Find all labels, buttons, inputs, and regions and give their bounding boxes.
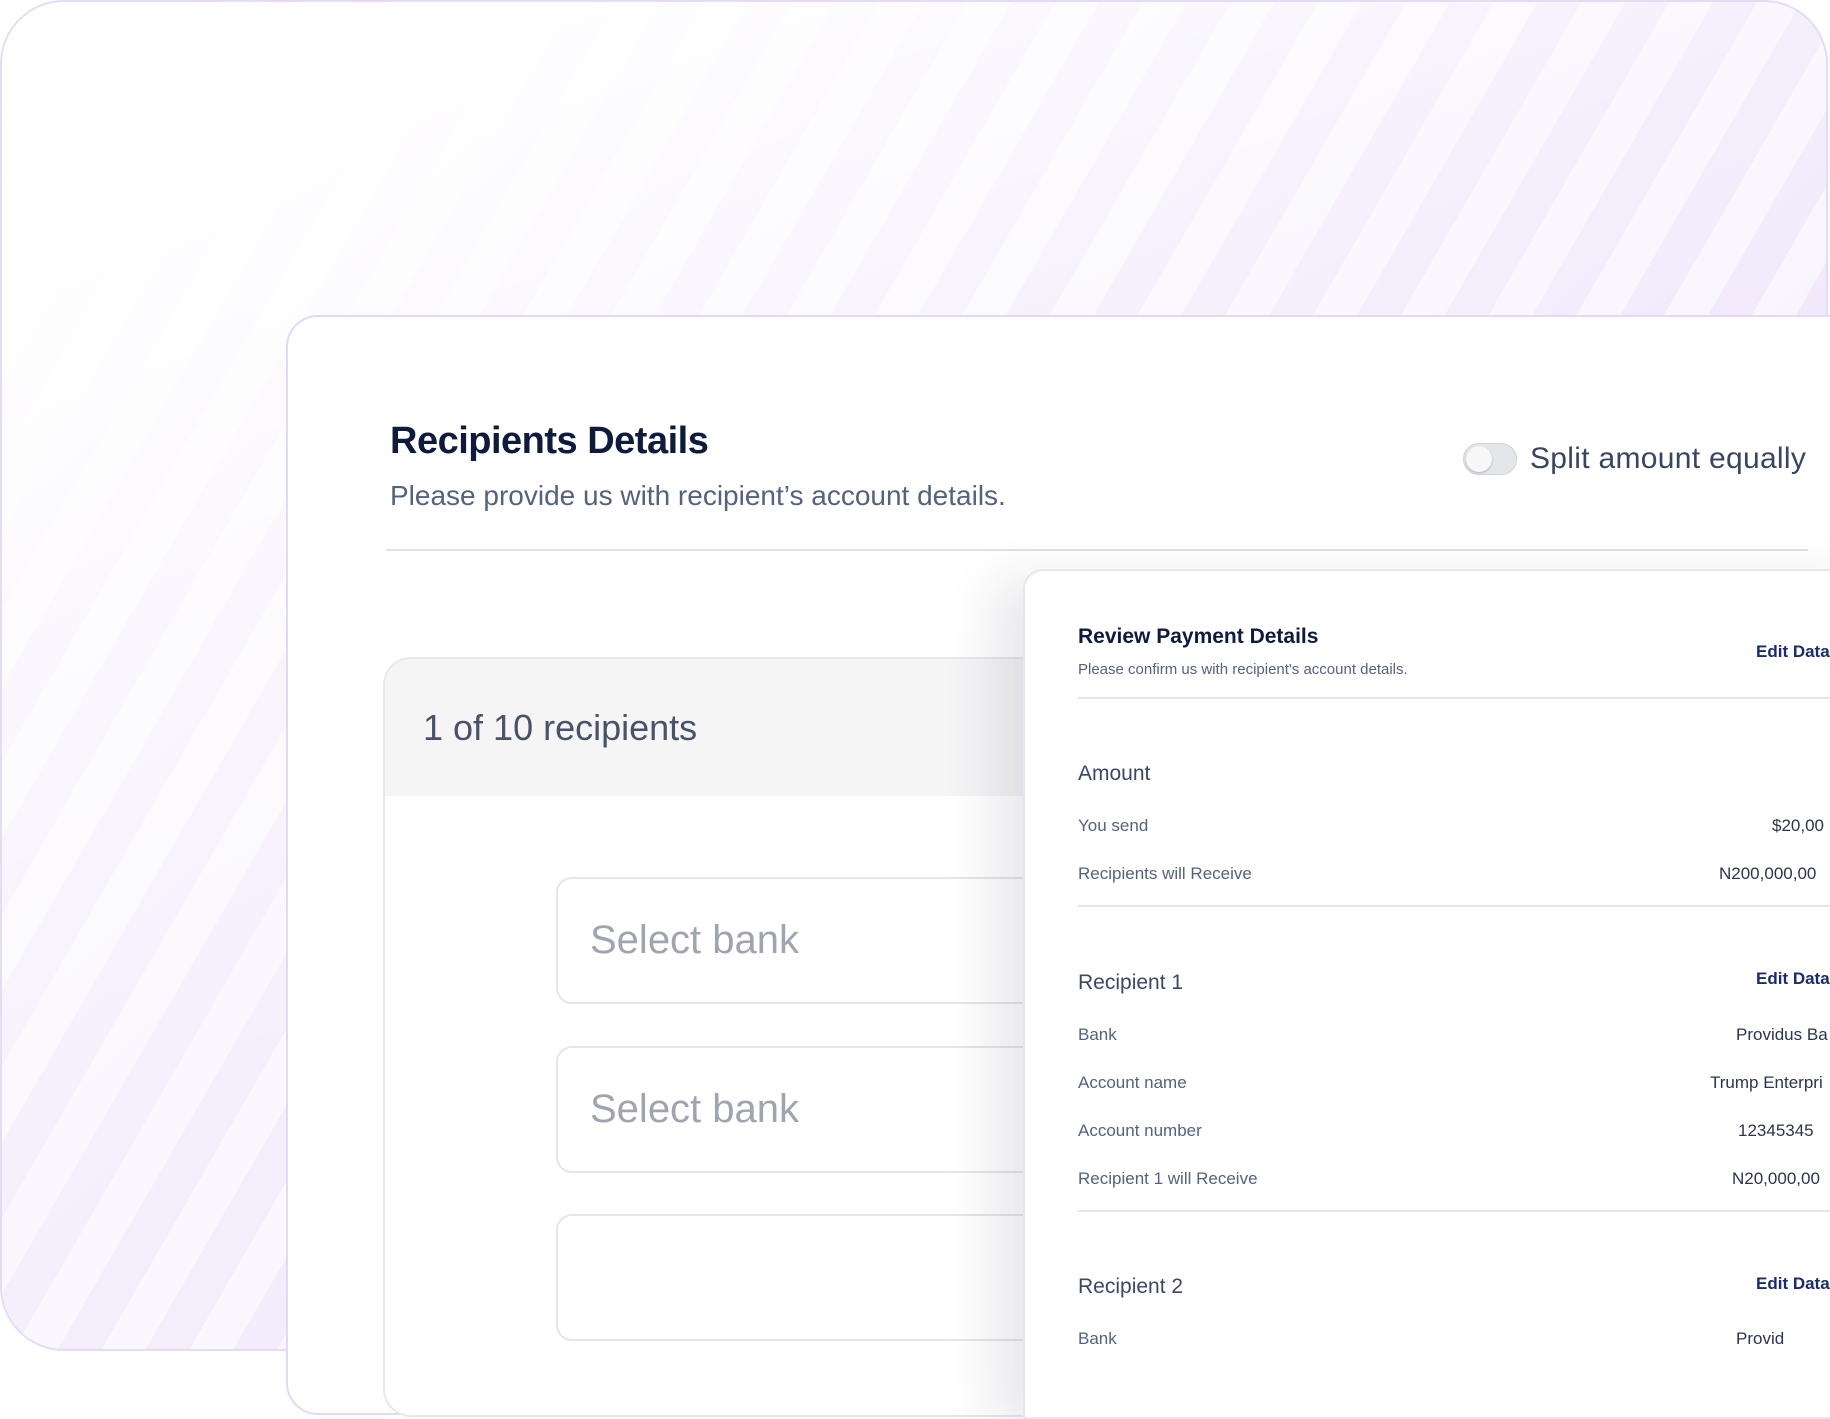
recipient-1-account-number-label: Account number (1078, 1121, 1202, 1140)
amount-heading: Amount (1078, 762, 1151, 785)
recipient-1-account-name-label: Account name (1078, 1073, 1187, 1092)
page-subtitle: Please provide us with recipient’s accou… (390, 480, 1006, 511)
you-send-label: You send (1078, 816, 1149, 835)
recipient-1-bank-label: Bank (1078, 1025, 1117, 1044)
edit-recipient-2-link[interactable]: Edit Data (1756, 1274, 1830, 1294)
select-bank-placeholder: Select bank (590, 918, 800, 962)
split-amount-toggle-group[interactable]: Split amount equally (1463, 442, 1806, 476)
recipient-1-receive-label: Recipient 1 will Receive (1078, 1169, 1258, 1188)
recipient-1-divider (1078, 1210, 1830, 1212)
recipient-1-bank-value: Providus Ba (1736, 1025, 1828, 1044)
recipient-1-account-name-value: Trump Enterpri (1710, 1073, 1823, 1092)
amount-divider (1078, 905, 1830, 907)
review-title: Review Payment Details (1078, 625, 1319, 648)
review-divider (1078, 697, 1830, 699)
recipient-2-heading: Recipient 2 (1078, 1275, 1184, 1298)
recipient-2-bank-label: Bank (1078, 1329, 1117, 1348)
review-subtitle: Please confirm us with recipient's accou… (1078, 661, 1408, 678)
recipient-1-account-number-value: 12345345 (1738, 1121, 1814, 1140)
recipient-2-bank-value: Provid (1736, 1329, 1785, 1348)
review-payment-panel: Review Payment Details Please confirm us… (1023, 569, 1830, 1419)
recipients-receive-label: Recipients will Receive (1078, 864, 1252, 883)
edit-recipient-1-link[interactable]: Edit Data (1756, 969, 1830, 989)
header-divider (386, 549, 1808, 551)
split-amount-toggle[interactable] (1463, 443, 1517, 475)
split-amount-label: Split amount equally (1530, 442, 1807, 475)
recipients-count: 1 of 10 recipients (423, 706, 698, 748)
recipient-1-heading: Recipient 1 (1078, 971, 1184, 994)
edit-data-link[interactable]: Edit Data (1756, 642, 1830, 662)
you-send-value: $20,00 (1772, 816, 1824, 835)
page-title: Recipients Details (390, 420, 709, 462)
recipients-receive-value: N200,000,00 (1719, 864, 1817, 883)
recipient-1-receive-value: N20,000,00 (1732, 1169, 1820, 1188)
select-bank-placeholder: Select bank (590, 1087, 800, 1131)
toggle-knob (1466, 446, 1492, 472)
